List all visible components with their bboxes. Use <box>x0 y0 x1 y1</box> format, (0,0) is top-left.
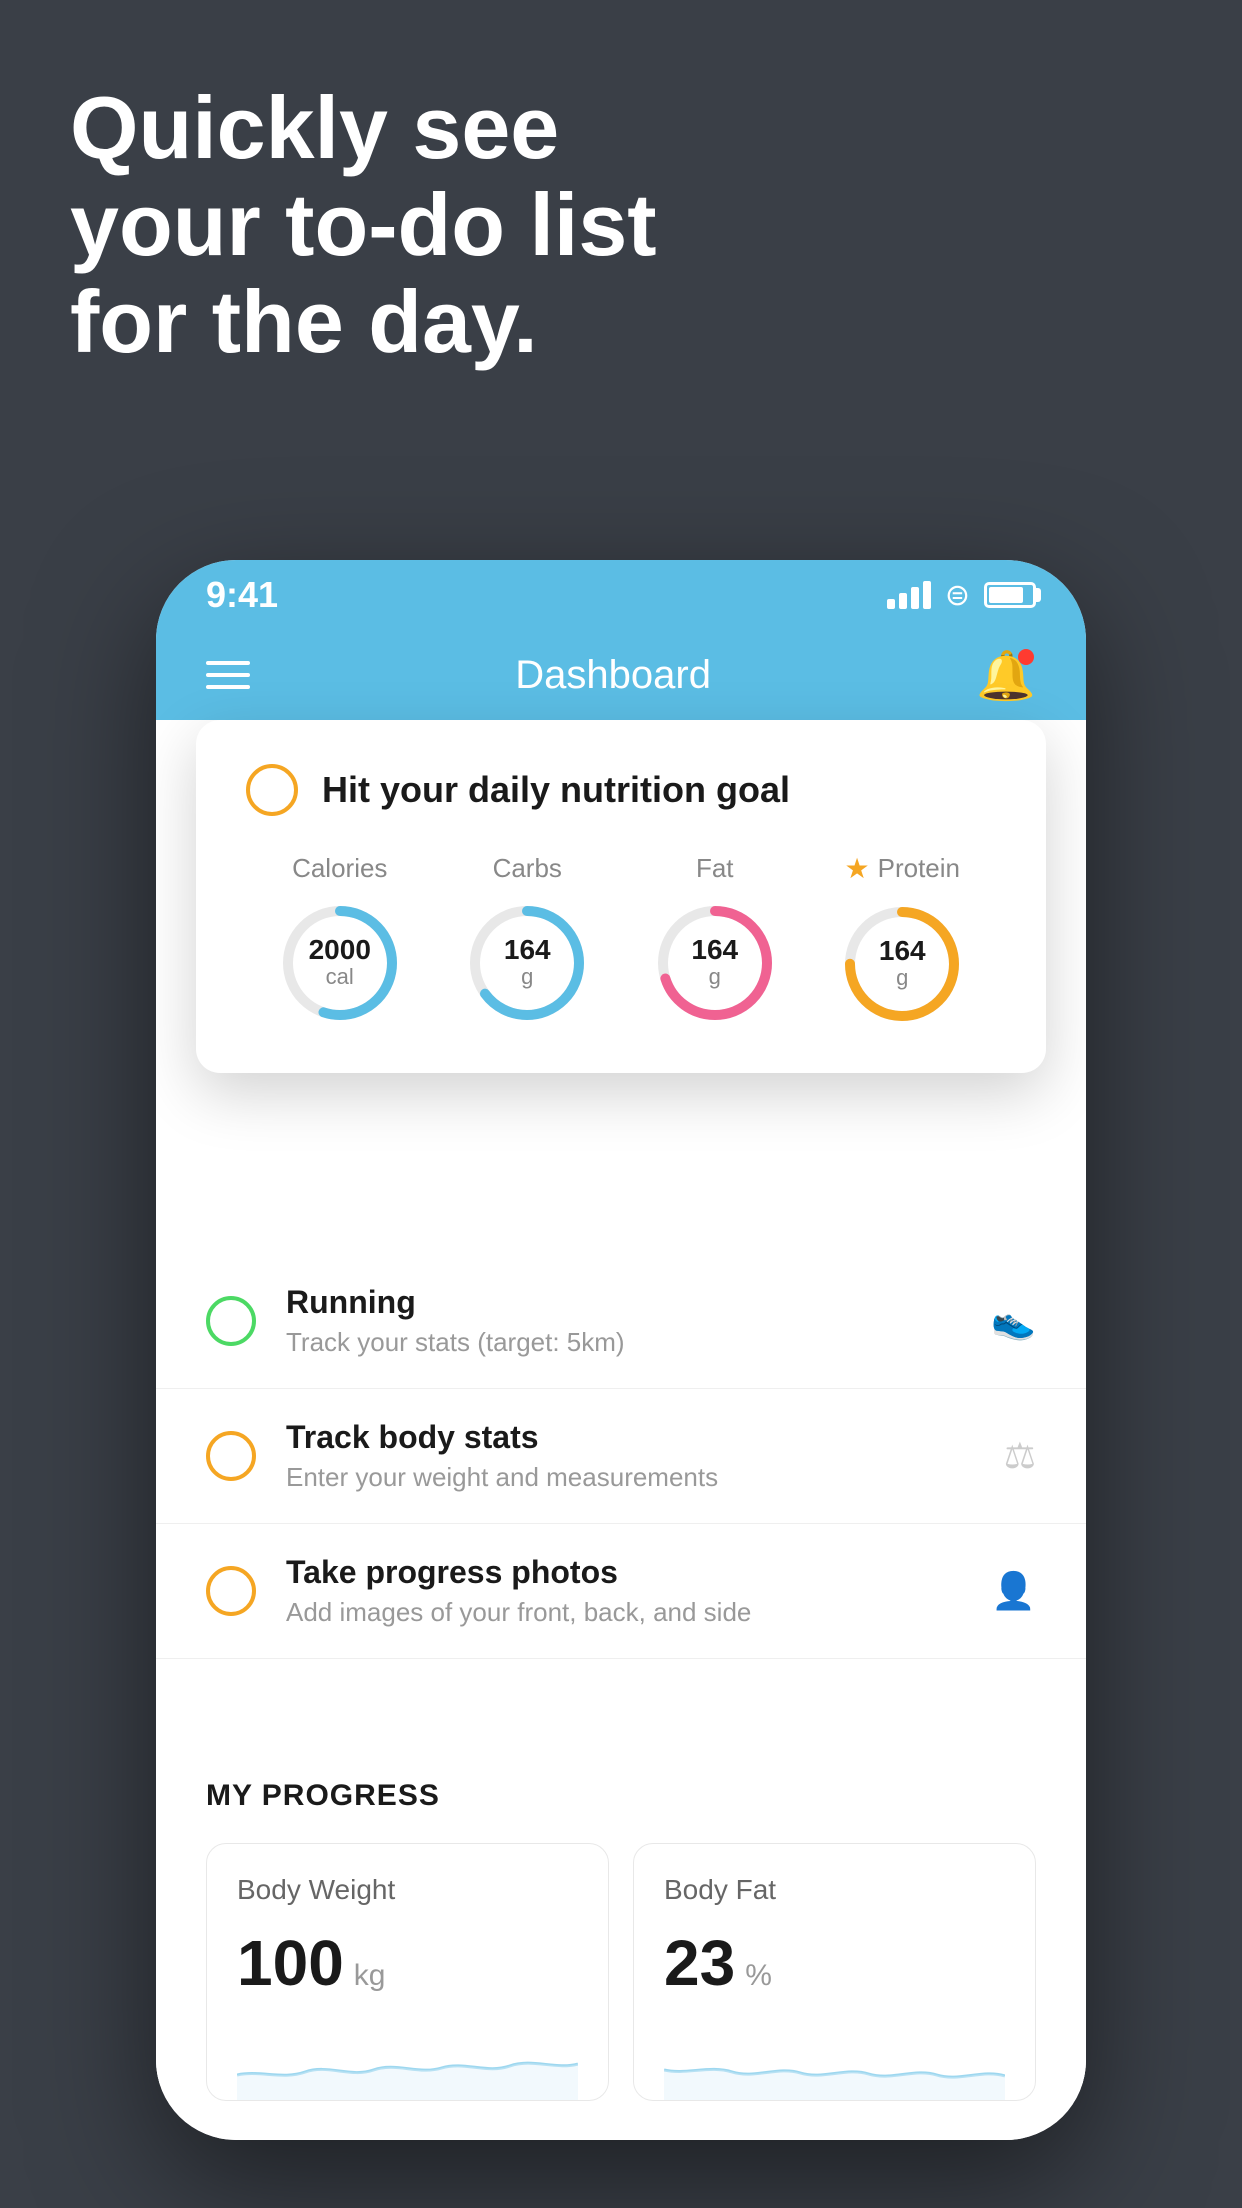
body-stats-check-circle[interactable] <box>206 1431 256 1481</box>
progress-cards: Body Weight 100 kg Body Fat <box>206 1843 1036 2101</box>
body-fat-chart <box>664 2020 1005 2100</box>
phone-frame: 9:41 ⊜ Dashboard 🔔 THI <box>156 560 1086 2140</box>
body-weight-value: 100 <box>237 1926 344 2000</box>
body-fat-card[interactable]: Body Fat 23 % <box>633 1843 1036 2101</box>
app-header: Dashboard 🔔 <box>156 630 1086 720</box>
notification-button[interactable]: 🔔 <box>976 647 1036 704</box>
person-icon: 👤 <box>991 1570 1036 1612</box>
calories-unit: cal <box>309 964 371 990</box>
nutrition-card-title-row: Hit your daily nutrition goal <box>246 764 996 816</box>
header-title: Dashboard <box>515 653 711 698</box>
nutrition-protein: ★ Protein 164 g <box>837 852 967 1029</box>
running-title: Running <box>286 1284 961 1321</box>
photos-subtitle: Add images of your front, back, and side <box>286 1597 961 1628</box>
list-item[interactable]: Running Track your stats (target: 5km) 👟 <box>156 1254 1086 1389</box>
calories-donut: 2000 cal <box>275 898 405 1028</box>
signal-icon <box>887 581 931 609</box>
carbs-donut: 164 g <box>462 898 592 1028</box>
calories-label: Calories <box>292 853 387 884</box>
body-fat-unit: % <box>745 1959 772 1993</box>
body-fat-value: 23 <box>664 1926 735 2000</box>
phone-scroll-area[interactable]: THINGS TO DO TODAY Hit your daily nutrit… <box>156 720 1086 2140</box>
notification-badge <box>1018 649 1034 665</box>
carbs-unit: g <box>504 964 551 990</box>
scale-icon: ⚖ <box>1004 1435 1036 1477</box>
nutrition-carbs: Carbs 164 g <box>462 853 592 1028</box>
spacer <box>156 1659 1086 1739</box>
carbs-label: Carbs <box>493 853 562 884</box>
list-item[interactable]: Track body stats Enter your weight and m… <box>156 1389 1086 1524</box>
running-check-circle[interactable] <box>206 1296 256 1346</box>
hamburger-menu-button[interactable] <box>206 661 250 689</box>
photos-check-circle[interactable] <box>206 1566 256 1616</box>
running-subtitle: Track your stats (target: 5km) <box>286 1327 961 1358</box>
photos-text: Take progress photos Add images of your … <box>286 1554 961 1628</box>
fat-label: Fat <box>696 853 734 884</box>
nutrition-card: Hit your daily nutrition goal Calories 2… <box>196 720 1046 1073</box>
running-text: Running Track your stats (target: 5km) <box>286 1284 961 1358</box>
status-icons: ⊜ <box>887 578 1036 613</box>
body-weight-value-row: 100 kg <box>237 1926 578 2000</box>
nutrition-check-circle[interactable] <box>246 764 298 816</box>
protein-unit: g <box>879 965 926 991</box>
photos-title: Take progress photos <box>286 1554 961 1591</box>
nutrition-fat: Fat 164 g <box>650 853 780 1028</box>
shoe-icon: 👟 <box>991 1300 1036 1342</box>
body-weight-card[interactable]: Body Weight 100 kg <box>206 1843 609 2101</box>
body-weight-unit: kg <box>354 1959 386 1993</box>
hero-text: Quickly see your to-do list for the day. <box>70 80 657 370</box>
wifi-icon: ⊜ <box>945 578 970 613</box>
body-stats-text: Track body stats Enter your weight and m… <box>286 1419 974 1493</box>
fat-value: 164 <box>691 936 738 964</box>
body-stats-title: Track body stats <box>286 1419 974 1456</box>
body-weight-label: Body Weight <box>237 1874 578 1906</box>
battery-icon <box>984 582 1036 608</box>
fat-unit: g <box>691 964 738 990</box>
body-stats-subtitle: Enter your weight and measurements <box>286 1462 974 1493</box>
protein-donut: 164 g <box>837 899 967 1029</box>
calories-value: 2000 <box>309 936 371 964</box>
list-item[interactable]: Take progress photos Add images of your … <box>156 1524 1086 1659</box>
status-bar: 9:41 ⊜ <box>156 560 1086 630</box>
nutrition-row: Calories 2000 cal Carbs <box>246 852 996 1029</box>
fat-donut: 164 g <box>650 898 780 1028</box>
body-fat-value-row: 23 % <box>664 1926 1005 2000</box>
nutrition-card-title: Hit your daily nutrition goal <box>322 769 790 811</box>
todo-list: Running Track your stats (target: 5km) 👟… <box>156 1254 1086 1659</box>
body-fat-label: Body Fat <box>664 1874 1005 1906</box>
progress-section: MY PROGRESS Body Weight 100 kg <box>156 1739 1086 2101</box>
protein-value: 164 <box>879 937 926 965</box>
nutrition-calories: Calories 2000 cal <box>275 853 405 1028</box>
progress-title: MY PROGRESS <box>206 1779 1036 1813</box>
body-weight-chart <box>237 2020 578 2100</box>
star-icon: ★ <box>845 852 870 885</box>
status-time: 9:41 <box>206 574 278 616</box>
carbs-value: 164 <box>504 936 551 964</box>
protein-label: ★ Protein <box>845 852 961 885</box>
